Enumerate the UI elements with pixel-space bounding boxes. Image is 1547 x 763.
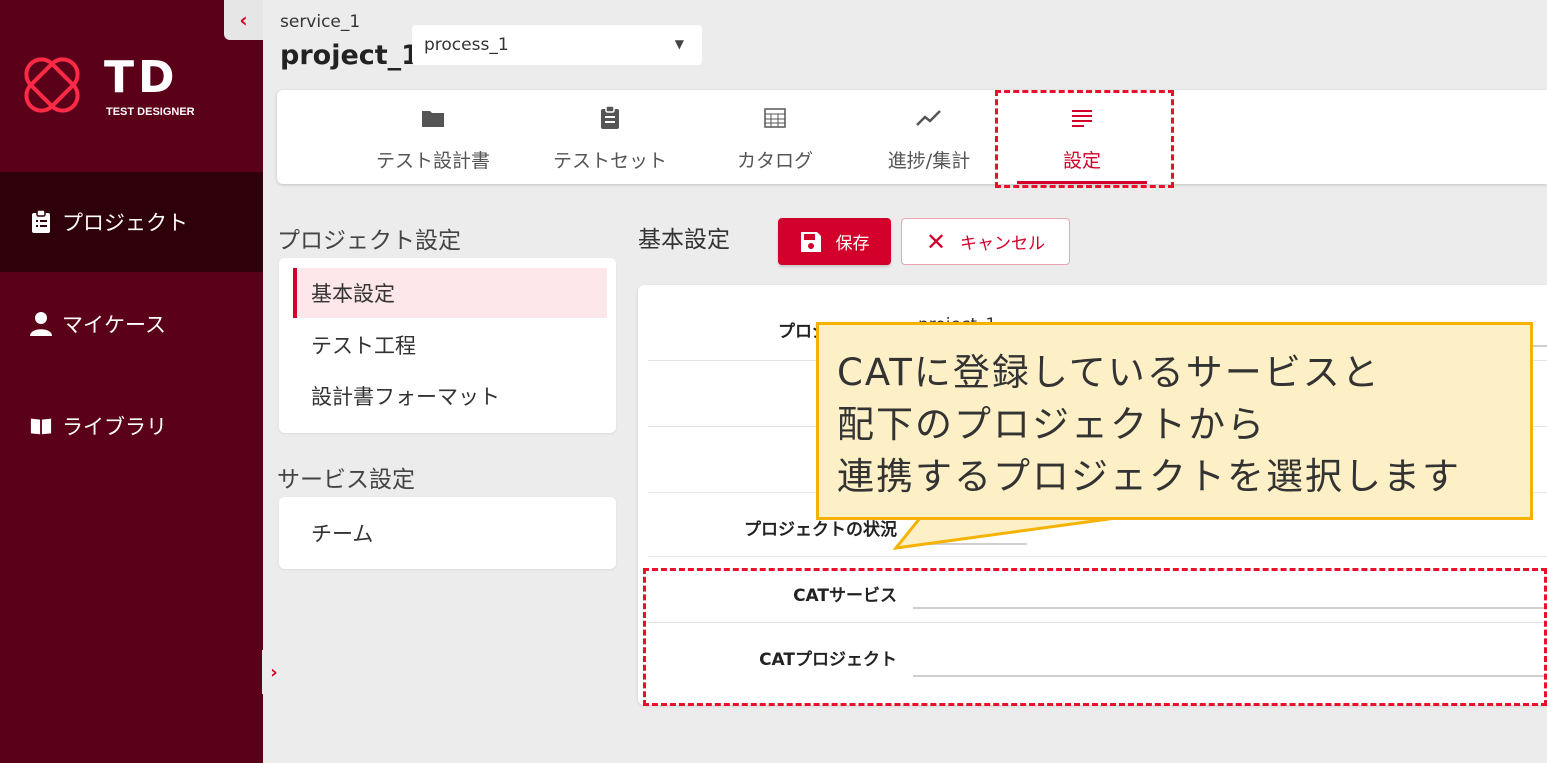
tab-label: テスト設計書 <box>375 150 490 172</box>
service-settings-menu: チーム <box>279 497 616 569</box>
chevron-left-icon: ‹ <box>239 8 248 32</box>
tab-test-set[interactable]: テストセット <box>535 90 685 184</box>
logo-text: TD <box>104 52 179 103</box>
clipboard-icon <box>535 104 685 132</box>
sidebar: ‹ TD TEST DESIGNER プロジェクト マイケース ライブラリ <box>0 0 263 763</box>
callout-line: CATに登録しているサービスと <box>837 351 1381 394</box>
project-settings-menu: 基本設定 テスト工程 設計書フォーマット <box>279 258 616 433</box>
process-select-value: process_1 <box>424 35 509 55</box>
callout-text: CATに登録しているサービスと 配下のプロジェクトから 連携するプロジェクトを選… <box>837 347 1461 503</box>
tab-label: カタログ <box>736 150 813 172</box>
cancel-label: キャンセル <box>960 234 1046 254</box>
book-icon <box>30 414 52 438</box>
tab-label: 進捗/集計 <box>887 150 971 172</box>
panel-expand-button[interactable]: › <box>262 650 286 694</box>
service-name: service_1 <box>280 12 361 32</box>
menu-item-test-process[interactable]: テスト工程 <box>293 320 607 370</box>
menu-item-format[interactable]: 設計書フォーマット <box>293 371 607 421</box>
cancel-button[interactable]: ✕ キャンセル <box>901 218 1070 265</box>
cat-fields-highlight <box>643 568 1547 706</box>
tab-catalog[interactable]: カタログ <box>700 90 850 184</box>
caret-down-icon: ▼ <box>674 37 684 51</box>
basic-settings-title: 基本設定 <box>638 227 730 253</box>
clipboard-icon <box>30 210 52 234</box>
annotation-callout: CATに登録しているサービスと 配下のプロジェクトから 連携するプロジェクトを選… <box>816 322 1533 520</box>
process-select[interactable]: process_1 ▼ <box>412 25 702 65</box>
sidebar-item-project[interactable]: プロジェクト <box>0 172 263 272</box>
callout-line: 連携するプロジェクトを選択します <box>837 455 1461 498</box>
sidebar-item-label: プロジェクト <box>62 211 188 235</box>
menu-item-basic[interactable]: 基本設定 <box>293 268 607 318</box>
project-settings-title: プロジェクト設定 <box>277 228 461 254</box>
tab-progress[interactable]: 進捗/集計 <box>854 90 1004 184</box>
trend-icon <box>854 104 1004 132</box>
app-logo[interactable]: TD TEST DESIGNER <box>14 46 214 126</box>
service-settings-title: サービス設定 <box>277 467 415 493</box>
tab-test-design[interactable]: テスト設計書 <box>358 90 508 184</box>
save-icon <box>800 231 822 253</box>
logo-subtitle: TEST DESIGNER <box>106 106 195 118</box>
sidebar-item-label: マイケース <box>62 313 166 337</box>
catalog-icon <box>700 104 850 132</box>
save-label: 保存 <box>835 234 870 254</box>
tab-label: テストセット <box>552 150 667 172</box>
sidebar-item-mycase[interactable]: マイケース <box>0 274 263 374</box>
callout-tail <box>892 516 1120 550</box>
sidebar-item-label: ライブラリ <box>62 415 167 439</box>
close-icon: ✕ <box>925 227 947 256</box>
settings-tab-highlight <box>995 90 1174 188</box>
sidebar-item-library[interactable]: ライブラリ <box>0 376 263 476</box>
logo-mark-icon <box>24 57 80 113</box>
folder-icon <box>358 104 508 132</box>
person-icon <box>30 312 52 336</box>
callout-line: 配下のプロジェクトから <box>837 403 1266 446</box>
sidebar-collapse-button[interactable]: ‹ <box>224 0 263 40</box>
tab-bar: テスト設計書 テストセット カタログ 進捗/集計 設定 <box>277 90 1547 184</box>
menu-item-team[interactable]: チーム <box>293 508 607 558</box>
save-button[interactable]: 保存 <box>778 218 891 265</box>
project-title: project_1 <box>280 40 420 71</box>
chevron-right-icon: › <box>270 661 278 683</box>
